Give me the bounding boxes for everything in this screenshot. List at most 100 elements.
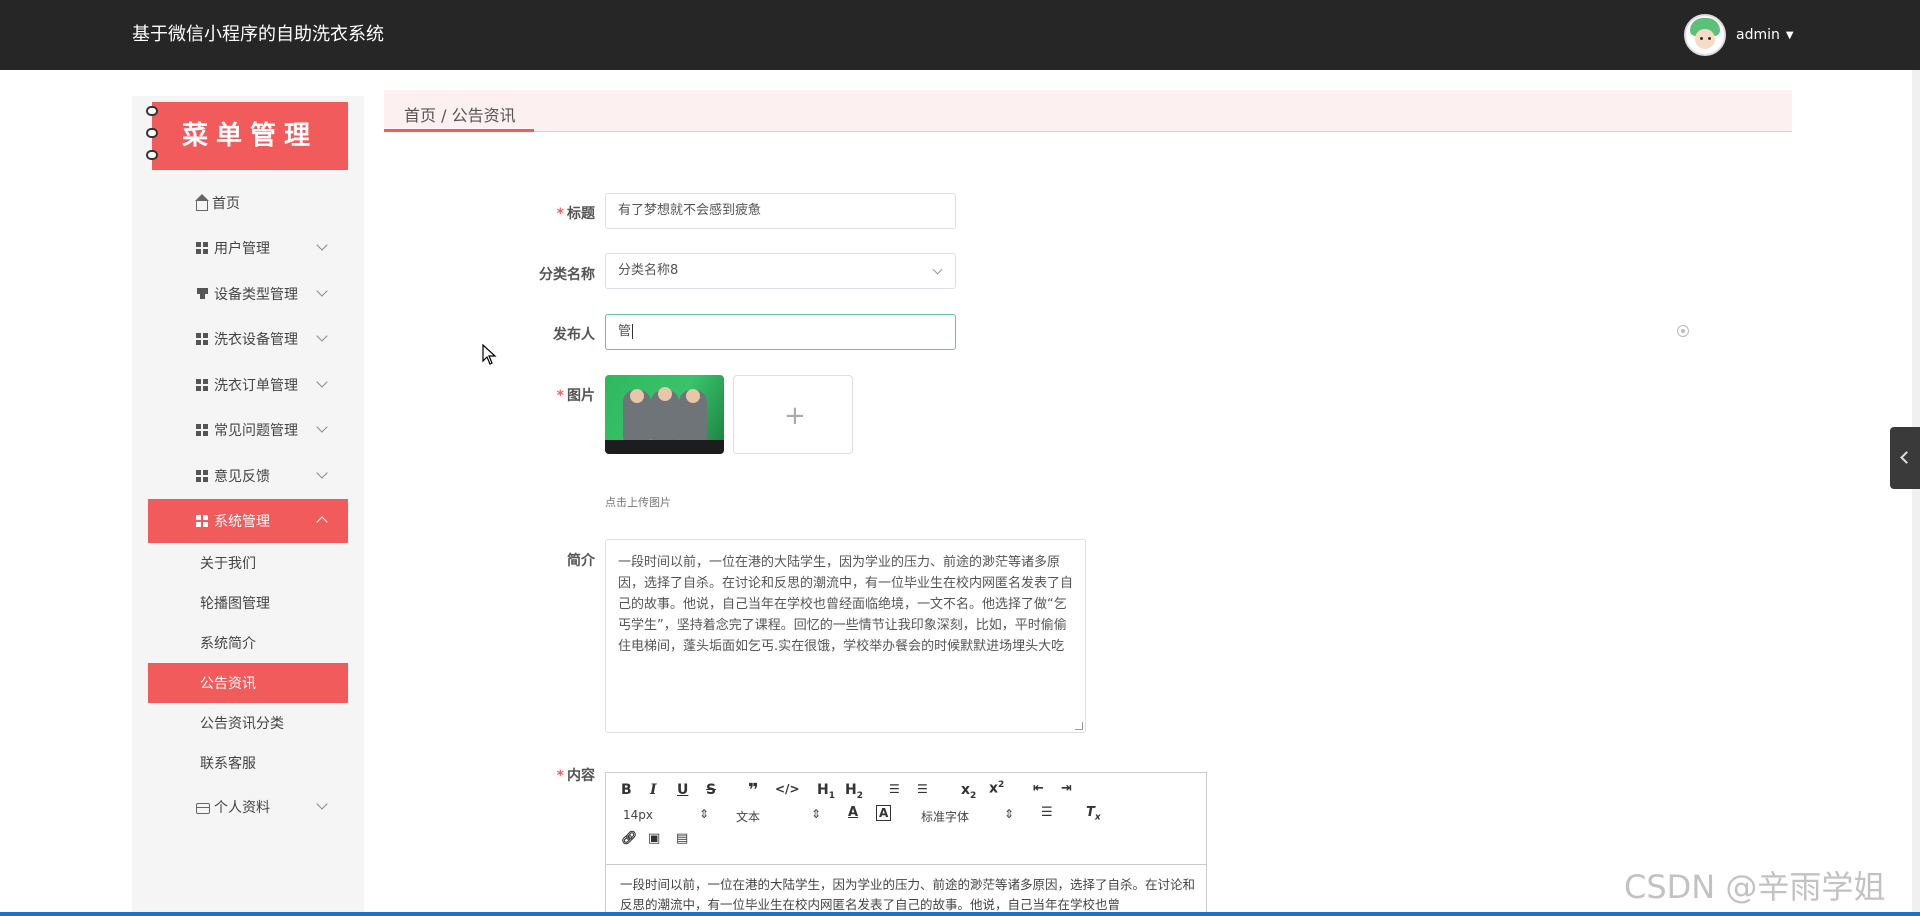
sidebar-item-label: 洗衣设备管理 xyxy=(214,332,298,348)
top-bar: 基于微信小程序的自助洗衣系统 admin ▼ xyxy=(0,0,1920,70)
avatar[interactable] xyxy=(1684,14,1726,56)
bold-icon[interactable]: B xyxy=(621,782,632,798)
publisher-value: 管 xyxy=(618,324,632,339)
sidebar: 菜单管理 首页 用户管理 设备类型管理 洗衣设备管理 洗衣订单管理 常见问题管理… xyxy=(132,96,364,916)
heading-select[interactable]: 文本 xyxy=(736,808,760,825)
grid-icon xyxy=(196,423,210,437)
chevron-down-icon xyxy=(316,798,328,810)
sidebar-item-label: 个人资料 xyxy=(214,800,270,816)
profile-card-icon xyxy=(196,802,210,814)
category-select[interactable]: 分类名称8 xyxy=(605,253,956,289)
title-input[interactable]: 有了梦想就不会感到疲惫 xyxy=(605,193,956,229)
background-color-icon[interactable]: A xyxy=(876,805,892,821)
text-caret xyxy=(632,324,634,339)
chevron-down-icon xyxy=(316,285,328,297)
sidebar-subitem-support[interactable]: 联系客服 xyxy=(148,743,348,783)
grid-icon xyxy=(196,514,210,528)
sidebar-item-washers[interactable]: 洗衣设备管理 xyxy=(148,317,348,361)
grid-icon xyxy=(196,332,210,346)
sidebar-subitem-news-category[interactable]: 公告资讯分类 xyxy=(148,703,348,743)
sidebar-item-label: 首页 xyxy=(212,196,240,212)
content-label: * 内容 xyxy=(556,768,595,784)
sidebar-item-orders[interactable]: 洗衣订单管理 xyxy=(148,363,348,407)
clear-icon[interactable] xyxy=(1677,325,1689,337)
sidebar-item-label: 洗衣订单管理 xyxy=(214,378,298,394)
breadcrumb-underline xyxy=(384,129,534,132)
strike-icon[interactable]: S xyxy=(706,782,716,798)
collapse-tab[interactable] xyxy=(1890,427,1920,489)
chevron-up-icon xyxy=(316,516,328,528)
sidebar-subitem-news[interactable]: 公告资讯 xyxy=(148,663,348,703)
underline-icon[interactable]: U xyxy=(677,782,688,798)
sidebar-item-device-types[interactable]: 设备类型管理 xyxy=(148,272,348,316)
image-icon[interactable]: ▣ xyxy=(648,831,660,846)
sidebar-item-faq[interactable]: 常见问题管理 xyxy=(148,408,348,452)
sidebar-item-system[interactable]: 系统管理 xyxy=(148,499,348,543)
home-icon xyxy=(195,194,209,211)
font-size-select[interactable]: 14px xyxy=(623,808,653,822)
sidebar-subitem-about[interactable]: 关于我们 xyxy=(148,543,348,583)
caret-down-icon[interactable]: ▼ xyxy=(1786,30,1794,41)
h2-icon[interactable]: H2 xyxy=(845,782,863,801)
code-icon[interactable]: </> xyxy=(775,782,800,796)
intro-text: 一段时间以前，一位在港的大陆学生，因为学业的压力、前途的渺茫等诸多原因，选择了自… xyxy=(618,555,1074,654)
subscript-icon[interactable]: x2 xyxy=(961,782,976,801)
intro-textarea[interactable]: 一段时间以前，一位在港的大陆学生，因为学业的压力、前途的渺茫等诸多原因，选择了自… xyxy=(605,539,1086,733)
sidebar-item-profile[interactable]: 个人资料 xyxy=(148,785,348,829)
sidebar-subitem-carousel[interactable]: 轮播图管理 xyxy=(148,583,348,623)
category-value: 分类名称8 xyxy=(618,263,679,278)
updown-icon: ⇕ xyxy=(811,807,822,821)
app-title: 基于微信小程序的自助洗衣系统 xyxy=(132,24,384,45)
scrollbar[interactable] xyxy=(1912,70,1920,916)
upload-image-button[interactable]: + xyxy=(733,375,853,454)
grid-icon xyxy=(196,469,210,483)
upload-hint: 点击上传图片 xyxy=(605,496,671,509)
font-family-select[interactable]: 标准字体 xyxy=(921,808,969,825)
clear-format-icon[interactable]: Tx xyxy=(1086,805,1101,823)
ring-decoration xyxy=(146,106,158,116)
publisher-label: 发布人 xyxy=(553,327,595,343)
sidebar-item-users[interactable]: 用户管理 xyxy=(148,226,348,270)
category-label: 分类名称 xyxy=(539,267,595,283)
ring-decoration xyxy=(146,128,158,138)
watermark: CSDN @辛雨学姐 xyxy=(1624,868,1886,906)
breadcrumb[interactable]: 首页 / 公告资讯 xyxy=(404,102,516,126)
username[interactable]: admin xyxy=(1736,27,1780,43)
sidebar-item-feedback[interactable]: 意见反馈 xyxy=(148,454,348,498)
blockquote-icon[interactable]: ❞ xyxy=(748,780,759,801)
publisher-input[interactable]: 管 xyxy=(605,314,956,350)
sidebar-item-label: 系统管理 xyxy=(214,514,270,530)
italic-icon[interactable]: I xyxy=(650,782,657,798)
sidebar-item-label: 设备类型管理 xyxy=(214,287,298,303)
menu-banner: 菜单管理 xyxy=(152,102,348,170)
align-icon[interactable]: ☰ xyxy=(1041,805,1053,820)
font-color-icon[interactable]: A xyxy=(848,805,858,820)
h1-icon[interactable]: H1 xyxy=(817,782,835,801)
updown-icon: ⇕ xyxy=(699,807,710,821)
uploaded-image-thumbnail[interactable] xyxy=(605,375,724,454)
progress-line xyxy=(0,912,1920,916)
link-icon[interactable]: 🔗︎ xyxy=(621,831,638,846)
grid-icon xyxy=(196,241,210,255)
ring-decoration xyxy=(146,150,158,160)
video-icon[interactable]: ▤ xyxy=(676,831,688,846)
sidebar-item-label: 意见反馈 xyxy=(214,469,270,485)
sidebar-item-home[interactable]: 首页 xyxy=(148,181,348,225)
resize-handle[interactable] xyxy=(1075,722,1083,730)
chevron-down-icon xyxy=(932,264,943,275)
editor-content[interactable]: 一段时间以前，一位在港的大陆学生，因为学业的压力、前途的渺茫等诸多原因，选择了自… xyxy=(620,875,1196,915)
image-label: * 图片 xyxy=(556,388,595,404)
chevron-down-icon xyxy=(316,421,328,433)
bullet-list-icon[interactable]: ☰ xyxy=(917,782,928,796)
user-menu[interactable]: admin ▼ xyxy=(1684,14,1794,56)
chevron-down-icon xyxy=(316,376,328,388)
ordered-list-icon[interactable]: ☰ xyxy=(889,782,900,796)
outdent-icon[interactable]: ⇤ xyxy=(1033,781,1044,796)
rich-text-editor[interactable]: B I U S ❞ </> H1 H2 ☰ ☰ x2 x2 ⇤ ⇥ 14px ⇕… xyxy=(605,772,1207,916)
superscript-icon[interactable]: x2 xyxy=(989,780,1004,797)
sidebar-item-label: 常见问题管理 xyxy=(214,423,298,439)
breadcrumb-bar: 首页 / 公告资讯 xyxy=(384,90,1792,132)
indent-icon[interactable]: ⇥ xyxy=(1061,781,1072,796)
sidebar-subitem-intro[interactable]: 系统简介 xyxy=(148,623,348,663)
intro-label: 简介 xyxy=(567,553,595,569)
